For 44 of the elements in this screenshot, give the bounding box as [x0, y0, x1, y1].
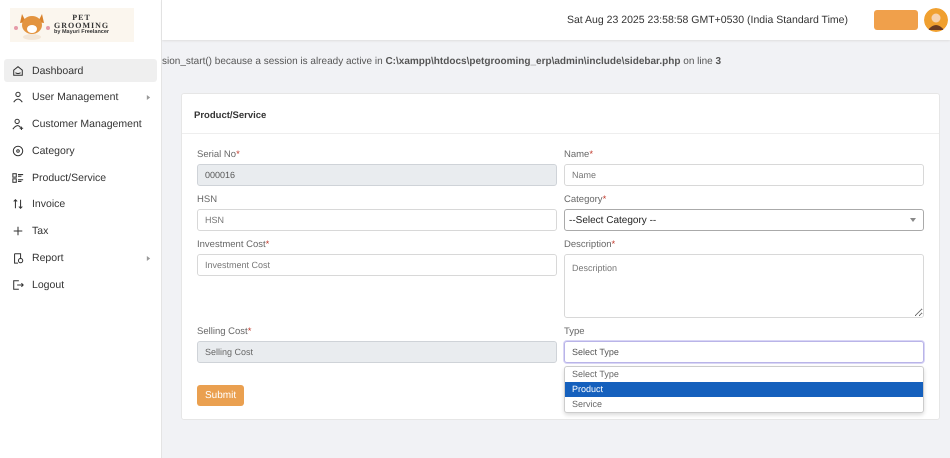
sidebar-item[interactable]: Logout — [4, 273, 157, 296]
caret-icon — [146, 256, 151, 261]
select-field[interactable]: Select Type — [564, 341, 924, 363]
input-field[interactable]: Name — [564, 164, 924, 186]
sidebar-item[interactable]: Product/Service — [4, 166, 157, 190]
select-field[interactable]: --Select Category -- — [564, 209, 924, 231]
field-label: Type — [564, 326, 586, 337]
field-label: Serial No* — [197, 149, 241, 160]
sidebar-item[interactable]: User Management — [4, 86, 157, 109]
sidebar-item[interactable]: Report — [4, 246, 157, 270]
field-label: HSN — [197, 194, 218, 205]
dropdown-option[interactable]: Product — [565, 382, 923, 397]
list-icon — [12, 172, 24, 184]
field-label: Investment Cost* — [197, 239, 270, 250]
clipboard-icon — [12, 252, 24, 264]
warning-message: sion_start() because a session is already active in C:\xampp\htdocs\petgrooming_erp\admin\include\sidebar.php on line 3 — [162, 56, 722, 67]
circle-icon — [12, 144, 24, 157]
sidebar-item[interactable]: Invoice — [4, 192, 157, 216]
arrows-icon — [12, 198, 24, 210]
dropdown-option[interactable]: Service — [565, 397, 923, 412]
text-area[interactable]: Description — [564, 254, 924, 318]
sidebar-item[interactable]: Tax — [4, 220, 157, 243]
logo-title: GROOMING — [54, 22, 110, 30]
caret-icon — [910, 218, 916, 222]
sidebar-item[interactable]: Customer Management — [4, 112, 157, 136]
caret-icon — [146, 94, 151, 100]
input-field[interactable]: Investment Cost — [197, 254, 557, 276]
sidebar-item[interactable]: Category — [4, 139, 157, 162]
avatar-icon[interactable] — [924, 8, 948, 32]
input-field[interactable]: HSN — [197, 209, 557, 231]
user-icon — [12, 91, 24, 104]
user-plus-icon — [12, 118, 24, 130]
datetime-text: Sat Aug 23 2025 23:58:58 GMT+0530 (India Standard Time) — [566, 14, 848, 26]
field-label: Selling Cost* — [197, 326, 252, 337]
logout-icon — [12, 278, 24, 291]
field-label: Name* — [564, 149, 594, 160]
plus-icon — [12, 225, 24, 238]
field-label: Description* — [564, 239, 616, 250]
logo-title: PET — [72, 14, 91, 22]
card-title: Product/Service — [194, 110, 266, 121]
sidebar-item[interactable]: Dashboard — [4, 59, 157, 82]
home-icon — [12, 64, 24, 76]
field-label: Category* — [564, 194, 608, 205]
dropdown-option[interactable]: Select Type — [565, 367, 923, 382]
